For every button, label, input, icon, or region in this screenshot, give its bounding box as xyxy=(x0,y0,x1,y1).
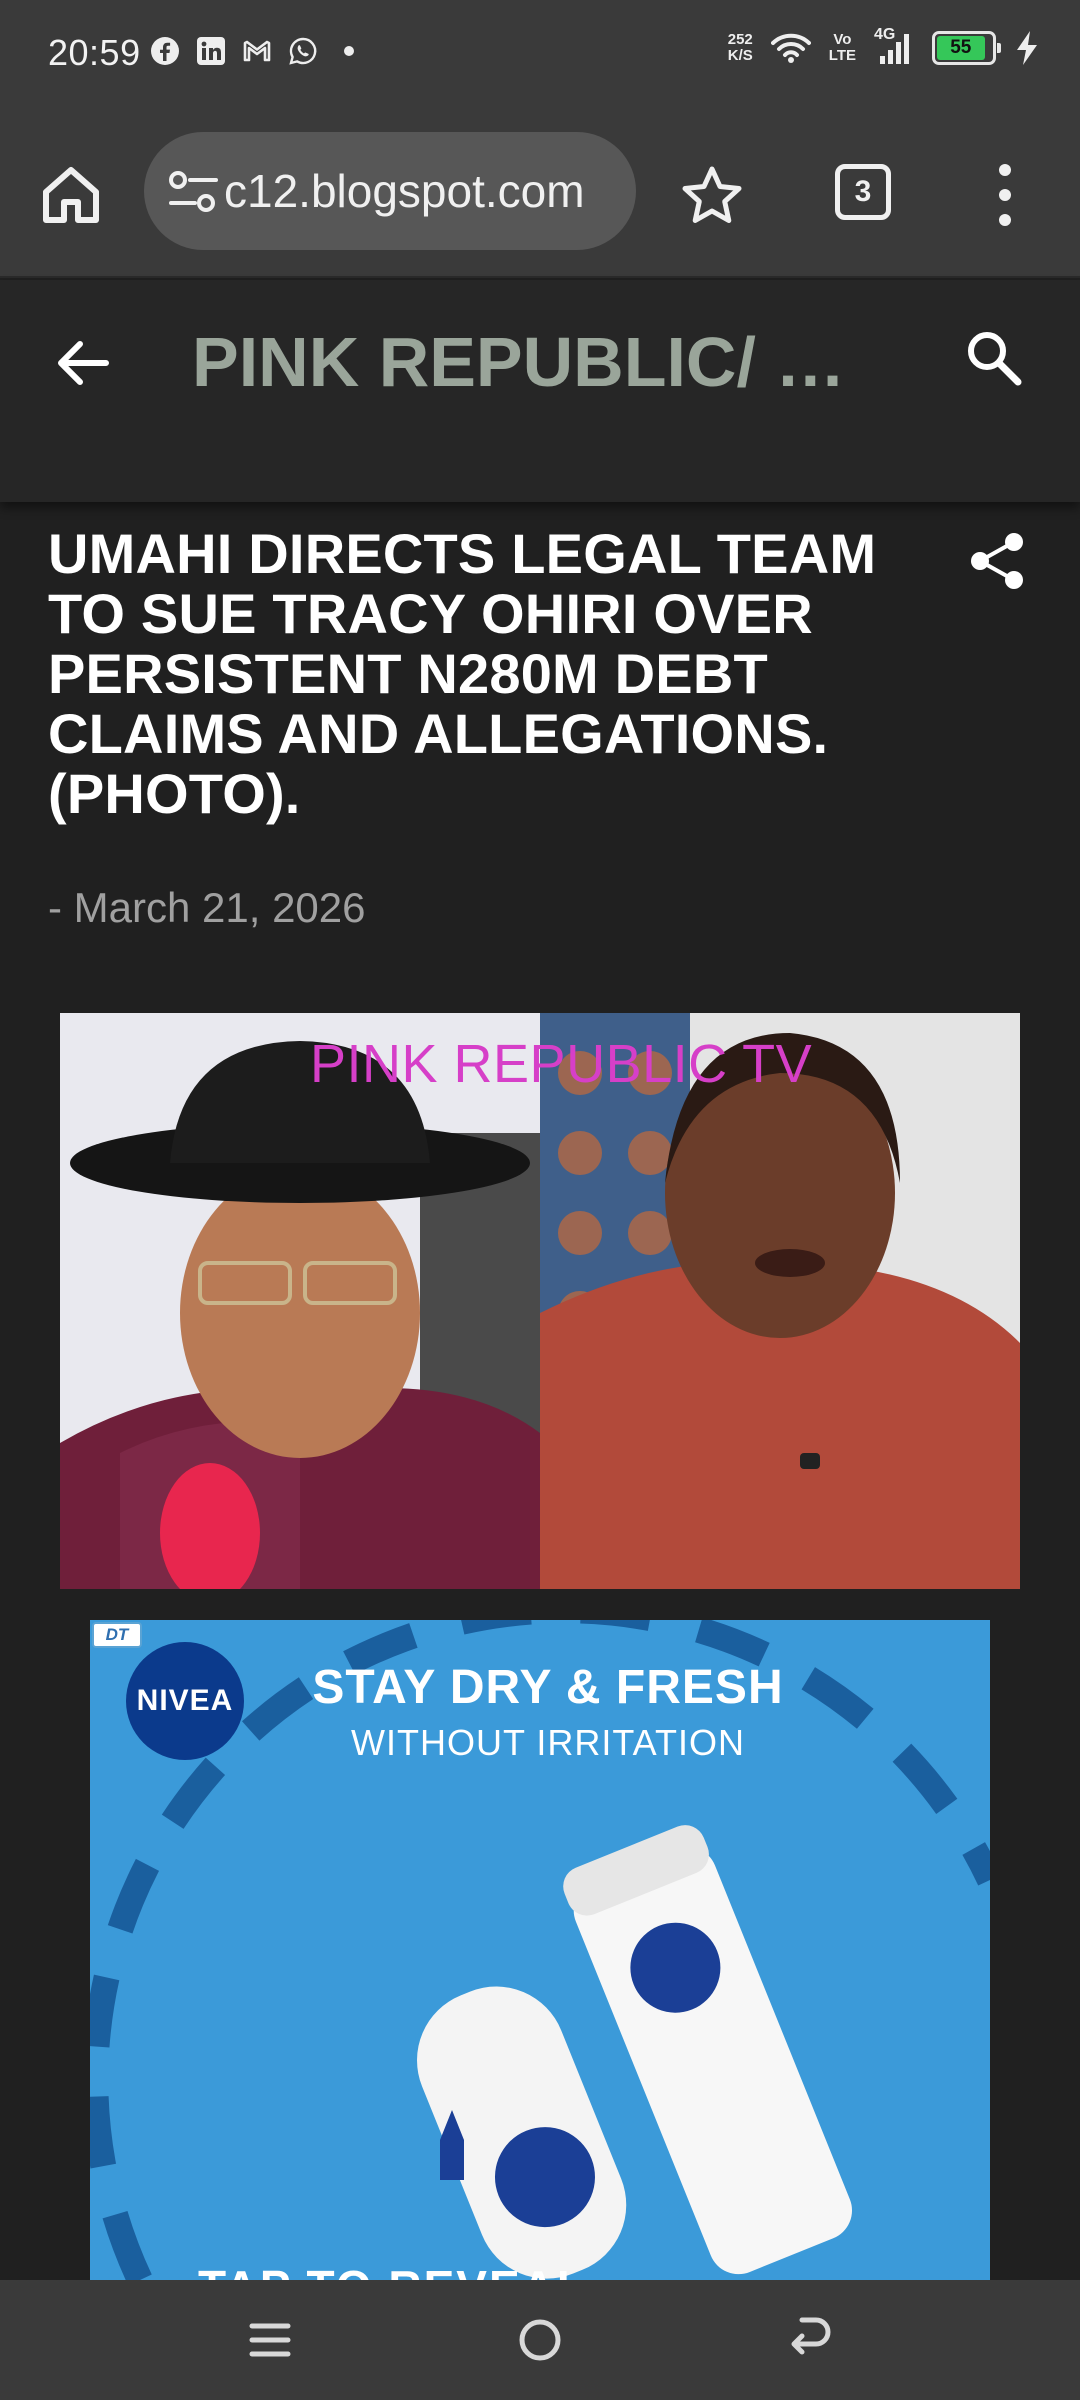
volte-bottom: LTE xyxy=(828,47,856,64)
advertisement[interactable]: DT NIVEA STAY DRY & FRESH WITHOUT IRRITA… xyxy=(90,1620,990,2280)
wifi-icon xyxy=(770,33,811,63)
back-arrow-icon[interactable] xyxy=(52,332,114,394)
tab-switcher-button[interactable]: 3 xyxy=(835,164,891,220)
article-photo[interactable]: PINK REPUBLIC TV xyxy=(60,1013,1020,1589)
ad-headline: STAY DRY & FRESH xyxy=(312,1661,784,1714)
net-speed-unit: K/S xyxy=(727,47,753,64)
battery-level: 55 xyxy=(937,36,985,60)
search-icon[interactable] xyxy=(962,326,1026,390)
more-options-icon[interactable] xyxy=(990,160,1020,230)
gmail-icon xyxy=(243,40,271,62)
recent-apps-icon[interactable] xyxy=(240,2310,300,2370)
bookmark-star-icon[interactable] xyxy=(680,164,744,228)
net-speed: 252 K/S xyxy=(728,32,753,64)
ad-choices-badge[interactable]: DT xyxy=(92,1622,142,1648)
system-status: 252 K/S Vo LTE 4G 55 xyxy=(728,26,1040,66)
status-time: 20:59 xyxy=(48,32,141,73)
back-nav-icon[interactable] xyxy=(780,2310,840,2370)
site-settings-icon[interactable] xyxy=(168,170,218,214)
linkedin-icon xyxy=(197,37,225,65)
browser-toolbar: c12.blogspot.com 3 xyxy=(0,108,1080,278)
nivea-logo: NIVEA xyxy=(126,1642,244,1760)
blog-header: PINK REPUBLIC/ M... xyxy=(0,280,1080,502)
photo-watermark: PINK REPUBLIC TV xyxy=(310,1034,813,1094)
address-bar[interactable]: c12.blogspot.com xyxy=(144,132,636,250)
notification-icons xyxy=(150,36,364,66)
charging-icon xyxy=(1017,31,1037,65)
share-icon[interactable] xyxy=(966,530,1028,592)
photo-collage xyxy=(60,1013,1020,1589)
signal-indicator: 4G xyxy=(874,26,914,66)
home-nav-icon[interactable] xyxy=(510,2310,570,2370)
dot-icon xyxy=(344,46,354,56)
url-text[interactable]: c12.blogspot.com xyxy=(224,132,624,250)
facebook-icon xyxy=(151,37,179,65)
signal-icon xyxy=(880,34,909,64)
ad-cta[interactable]: TAP TO REVEAL xyxy=(198,2260,587,2280)
volte-top: Vo xyxy=(833,31,852,48)
net-speed-value: 252 xyxy=(727,31,753,48)
volte-indicator: Vo LTE xyxy=(829,32,856,64)
ad-subheadline: WITHOUT IRRITATION xyxy=(351,1722,745,1763)
post-date: - March 21, 2026 xyxy=(48,884,366,931)
url-value: c12.blogspot.com xyxy=(224,165,585,217)
article-title: UMAHI DIRECTS LEGAL TEAM TO SUE TRACY OH… xyxy=(48,522,877,825)
battery-icon: 55 xyxy=(932,31,1001,65)
blog-title[interactable]: PINK REPUBLIC/ M... xyxy=(192,320,882,404)
status-bar: 20:59 252 K/S Vo LTE 4G 55 xyxy=(0,0,1080,108)
whatsapp-icon xyxy=(289,37,317,65)
system-navigation-bar xyxy=(0,2280,1080,2400)
home-icon[interactable] xyxy=(38,162,104,228)
